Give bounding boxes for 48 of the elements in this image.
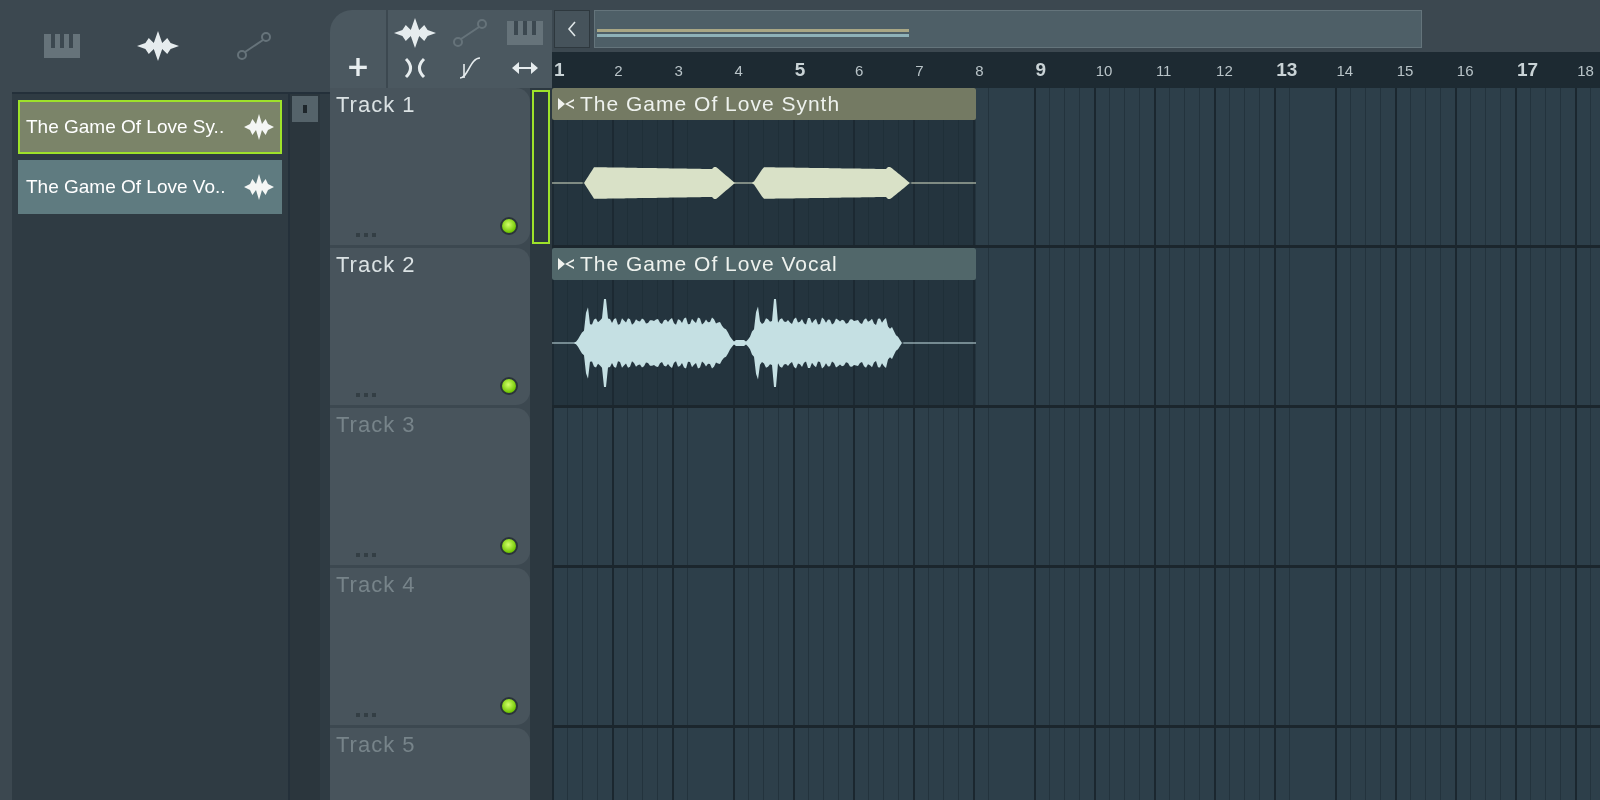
bar-number: 5 [793, 59, 807, 81]
mute-led[interactable] [500, 537, 518, 555]
horizontal-scrollbar[interactable] [594, 10, 1422, 48]
bar-number: 4 [733, 61, 744, 79]
track-name: Track 1 [336, 92, 417, 118]
bar-number: 1 [553, 59, 566, 81]
mute-led[interactable] [500, 697, 518, 715]
bar-number: 16 [1455, 61, 1475, 79]
bar-number: 15 [1395, 61, 1415, 79]
bar-number: 12 [1215, 61, 1234, 79]
bar-number: 2 [613, 61, 624, 79]
track-header[interactable]: Track 1 [330, 88, 530, 245]
bar-number: 14 [1335, 61, 1355, 79]
scroll-left-button[interactable] [554, 10, 590, 48]
bar-number: 3 [673, 61, 684, 79]
clip-name: The Game Of Love Vocal [580, 252, 838, 276]
stretch-icon[interactable] [511, 60, 538, 76]
item-label: The Game Of Love Sy.. [26, 116, 225, 138]
mute-led[interactable] [500, 377, 518, 395]
waveform-icon[interactable] [137, 31, 179, 61]
clip-name: The Game Of Love Synth [580, 92, 841, 116]
waveform-icon[interactable] [394, 18, 437, 48]
add-button[interactable]: + [340, 52, 376, 82]
browser-item[interactable]: The Game Of Love Sy.. [18, 100, 282, 154]
waveform-icon [244, 114, 274, 140]
audio-clip[interactable]: The Game Of Love Synth [552, 88, 976, 245]
bar-number: 11 [1154, 61, 1173, 79]
chevron-left-icon [567, 21, 577, 37]
bar-number: 9 [1034, 59, 1048, 81]
bar-number: 17 [1516, 59, 1540, 81]
bar-number: 13 [1275, 59, 1299, 81]
clip-icon [558, 98, 574, 110]
track-header[interactable]: Track 2 [330, 248, 530, 405]
waveform-icon [244, 174, 274, 200]
track-name: Track 2 [336, 252, 417, 278]
browser-item[interactable]: The Game Of Love Vo.. [18, 160, 282, 214]
mute-led[interactable] [500, 217, 518, 235]
bar-number: 18 [1576, 61, 1595, 79]
bar-number: 6 [853, 61, 865, 79]
audio-clip[interactable]: The Game Of Love Vocal [552, 248, 976, 405]
bar-number: 10 [1094, 61, 1114, 79]
scroll-thumb[interactable] [292, 96, 318, 122]
item-label: The Game Of Love Vo.. [26, 176, 226, 198]
bar-number: 7 [914, 61, 925, 79]
bar-number: 8 [974, 61, 985, 79]
clip-icon [558, 258, 574, 270]
curve-icon[interactable] [458, 56, 482, 80]
scrollbar[interactable] [288, 94, 320, 800]
